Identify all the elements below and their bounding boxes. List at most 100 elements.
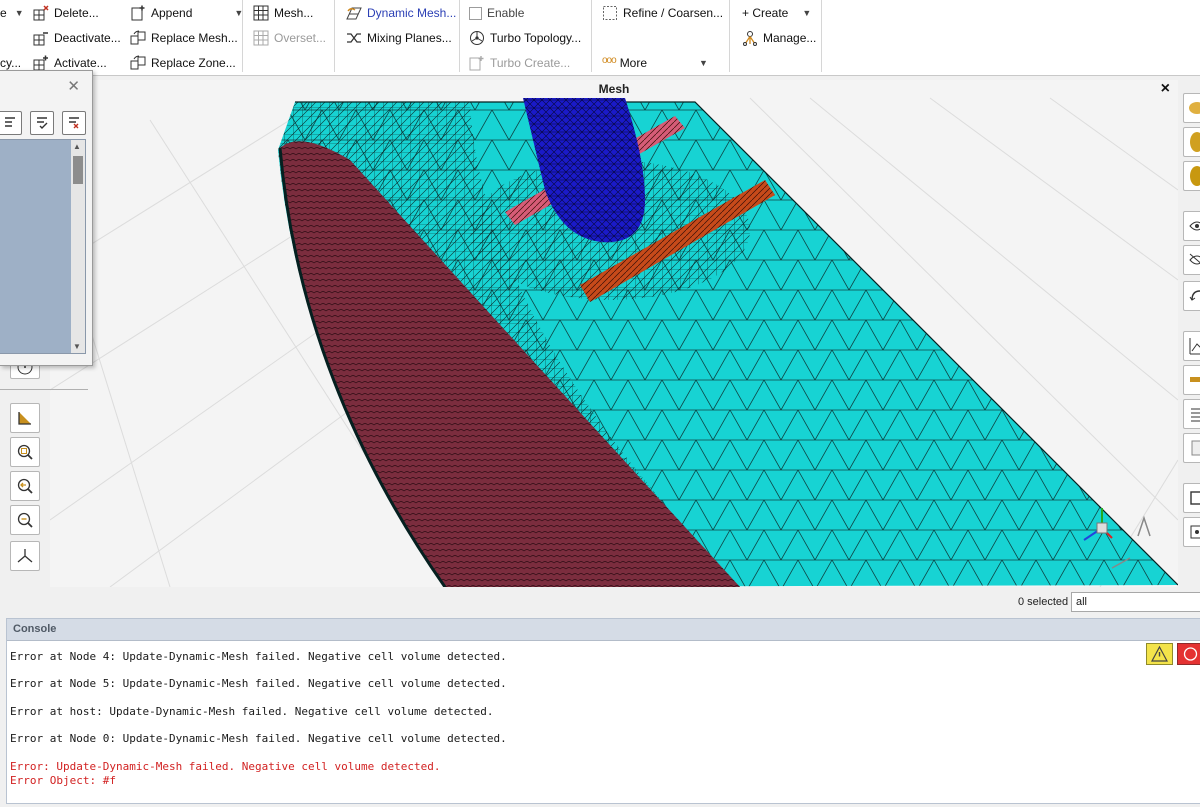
dynamic-mesh-icon bbox=[346, 5, 362, 21]
console-line: Error at Node 5: Update-Dynamic-Mesh fai… bbox=[10, 677, 507, 690]
stop-button[interactable] bbox=[1177, 643, 1200, 665]
console-line: Error at Node 4: Update-Dynamic-Mesh fai… bbox=[10, 650, 507, 663]
turbo-create-label: Turbo Create... bbox=[490, 56, 571, 70]
right-tool-button-11[interactable] bbox=[1183, 483, 1200, 513]
dialog-selection-list[interactable]: ▲ ▼ bbox=[0, 139, 86, 354]
selection-filter-input[interactable]: all bbox=[1071, 592, 1200, 612]
mesh-button[interactable]: Mesh... bbox=[253, 3, 313, 23]
close-icon[interactable]: ✕ bbox=[67, 77, 80, 95]
right-tool-button-7[interactable] bbox=[1183, 331, 1200, 361]
zoom-fit-button[interactable] bbox=[10, 437, 40, 467]
chart-icon bbox=[1189, 338, 1200, 355]
scroll-thumb[interactable] bbox=[73, 156, 83, 184]
ribbon-separator bbox=[729, 0, 730, 72]
zoom-back-icon bbox=[17, 478, 33, 494]
display-tool-button[interactable] bbox=[10, 403, 40, 433]
create-label: + Create bbox=[742, 6, 789, 20]
mesh-graphics-window[interactable]: Mesh × bbox=[50, 80, 1178, 587]
dialog-tool-button-3[interactable] bbox=[62, 111, 86, 135]
append-button[interactable]: Append ▼ bbox=[130, 3, 243, 23]
close-icon[interactable]: × bbox=[1161, 80, 1170, 98]
more-label: More bbox=[619, 56, 648, 70]
overset-button[interactable]: Overset... bbox=[253, 28, 326, 48]
manage-label: Manage... bbox=[763, 31, 817, 45]
append-label: Append bbox=[151, 6, 193, 20]
refine-coarsen-label: Refine / Coarsen... bbox=[623, 6, 724, 20]
ribbon-separator bbox=[821, 0, 822, 72]
ribbon-separator bbox=[591, 0, 592, 72]
refine-coarsen-button[interactable]: Refine / Coarsen... bbox=[602, 3, 723, 23]
right-tool-button-5[interactable] bbox=[1183, 245, 1200, 275]
dialog-tool-button-1[interactable] bbox=[0, 111, 22, 135]
warning-icon bbox=[1150, 645, 1169, 662]
replace-zone-button[interactable]: Replace Zone... bbox=[130, 53, 236, 73]
replace-zone-icon bbox=[130, 55, 146, 71]
mesh-viewport[interactable] bbox=[50, 80, 1178, 587]
scroll-up-icon[interactable]: ▲ bbox=[73, 142, 81, 151]
view-iso-icon bbox=[1190, 166, 1200, 186]
more-button[interactable]: ooo More ▼ bbox=[602, 53, 708, 73]
zoom-in-button[interactable] bbox=[10, 505, 40, 535]
dynamic-mesh-button[interactable]: Dynamic Mesh... bbox=[346, 3, 456, 23]
right-tool-button-1[interactable] bbox=[1183, 93, 1200, 123]
more-dots-icon: ooo bbox=[602, 55, 617, 66]
activate-label: Activate... bbox=[54, 56, 107, 70]
overset-icon bbox=[253, 30, 269, 46]
right-tool-button-10[interactable] bbox=[1183, 433, 1200, 463]
check-list-icon bbox=[37, 117, 48, 129]
rotate-icon bbox=[1189, 290, 1200, 301]
manage-icon bbox=[742, 30, 758, 46]
dialog-divider bbox=[0, 389, 88, 390]
zoom-fit-icon bbox=[17, 444, 33, 460]
right-tool-button-3[interactable] bbox=[1183, 161, 1200, 191]
right-tool-button-6[interactable] bbox=[1183, 281, 1200, 311]
axes-view-button[interactable] bbox=[10, 541, 40, 571]
right-tool-button-4[interactable] bbox=[1183, 211, 1200, 241]
ruler-icon bbox=[1190, 377, 1200, 382]
turbo-create-button[interactable]: Turbo Create... bbox=[469, 53, 570, 73]
scroll-down-icon[interactable]: ▼ bbox=[73, 342, 81, 351]
right-tool-button-2[interactable] bbox=[1183, 127, 1200, 157]
filter-icon bbox=[5, 117, 15, 127]
replace-mesh-label: Replace Mesh... bbox=[151, 31, 238, 45]
console-panel[interactable]: Console Error at Node 4: Update-Dynamic-… bbox=[6, 618, 1200, 804]
create-button[interactable]: + Create ▼ bbox=[742, 3, 811, 23]
overset-label: Overset... bbox=[274, 31, 327, 45]
axes-icon bbox=[17, 549, 33, 563]
right-tool-button-8[interactable] bbox=[1183, 365, 1200, 395]
enable-label: Enable bbox=[487, 6, 525, 20]
ribbon: e ▼ cy... Delete... Deactivate... Activa… bbox=[0, 0, 1200, 76]
dialog-tool-button-2[interactable] bbox=[30, 111, 54, 135]
refine-icon bbox=[602, 5, 618, 21]
view-front-icon bbox=[1189, 102, 1200, 114]
deactivate-label: Deactivate... bbox=[54, 31, 121, 45]
mesh-display-icon bbox=[18, 412, 31, 425]
page-icon bbox=[1191, 440, 1200, 456]
ribbon-partial-item-1[interactable]: e ▼ bbox=[0, 3, 24, 23]
list-scrollbar[interactable]: ▲ ▼ bbox=[71, 140, 85, 353]
delete-zone-button[interactable]: Delete... bbox=[33, 3, 99, 23]
right-tool-button-9[interactable] bbox=[1183, 399, 1200, 429]
console-line: Error at Node 0: Update-Dynamic-Mesh fai… bbox=[10, 732, 507, 745]
zoom-previous-button[interactable] bbox=[10, 471, 40, 501]
replace-mesh-button[interactable]: Replace Mesh... bbox=[130, 28, 238, 48]
turbo-create-icon bbox=[469, 55, 485, 71]
manage-button[interactable]: Manage... bbox=[742, 28, 816, 48]
mesh-label: Mesh... bbox=[274, 6, 314, 20]
delete-label: Delete... bbox=[54, 6, 99, 20]
dynamic-mesh-label: Dynamic Mesh... bbox=[367, 6, 457, 20]
deactivate-zone-button[interactable]: Deactivate... bbox=[33, 28, 121, 48]
replace-mesh-icon bbox=[130, 30, 146, 46]
mesh-grid-icon bbox=[253, 5, 269, 21]
right-tool-button-12[interactable] bbox=[1183, 517, 1200, 547]
grid-delete-icon bbox=[33, 5, 49, 21]
console-error-line: Error Object: #f bbox=[10, 774, 116, 787]
turbo-topology-button[interactable]: Turbo Topology... bbox=[469, 28, 581, 48]
chevron-down-icon: ▼ bbox=[14, 8, 24, 18]
enable-checkbox[interactable]: Enable bbox=[469, 3, 524, 23]
report-icon bbox=[1191, 408, 1200, 422]
append-icon bbox=[130, 5, 146, 21]
chevron-down-icon: ▼ bbox=[802, 8, 812, 18]
mixing-planes-button[interactable]: Mixing Planes... bbox=[346, 28, 452, 48]
warning-button[interactable] bbox=[1146, 643, 1173, 665]
